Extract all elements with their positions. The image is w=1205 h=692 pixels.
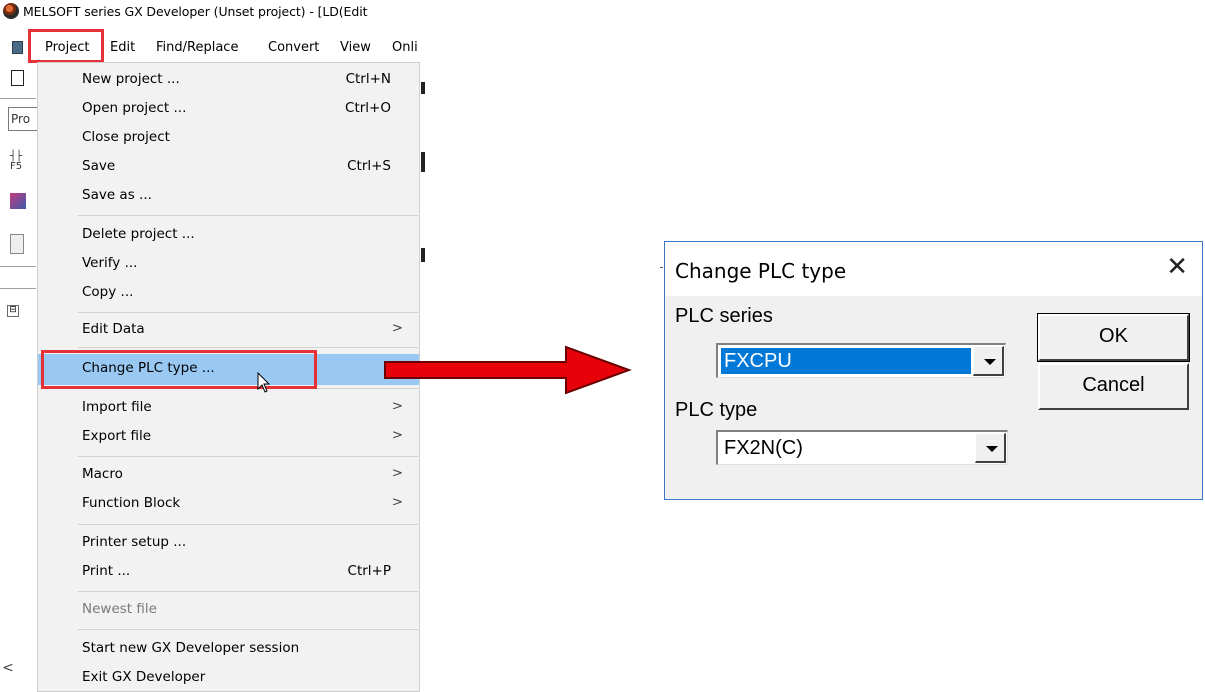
menu-item-delete-project[interactable]: Delete project ... [38, 222, 419, 249]
submenu-chevron-icon: > [391, 427, 403, 443]
menu-item-label: Import file [82, 399, 152, 415]
menu-item-new-project[interactable]: New project ... Ctrl+N [38, 67, 419, 94]
menu-item-label: Delete project ... [82, 226, 195, 242]
menu-item-label: Newest file [82, 601, 157, 617]
menu-item-shortcut: Ctrl+P [347, 563, 391, 579]
menu-item-print[interactable]: Print ... Ctrl+P [38, 559, 419, 586]
menu-item-save[interactable]: Save Ctrl+S [38, 154, 419, 181]
menu-item-printer-setup[interactable]: Printer setup ... [38, 530, 419, 557]
menu-separator [78, 215, 418, 216]
menu-item-save-as[interactable]: Save as ... [38, 183, 419, 210]
menu-item-shortcut: Ctrl+N [345, 71, 391, 87]
menu-find-replace[interactable]: Find/Replace [156, 40, 238, 55]
menu-item-import-file[interactable]: Import file > [38, 395, 419, 422]
dialog-edge-mark [660, 267, 663, 268]
menu-item-verify[interactable]: Verify ... [38, 251, 419, 278]
project-data-combo[interactable]: Pro [8, 107, 38, 131]
menu-item-start-new-session[interactable]: Start new GX Developer session [38, 636, 419, 663]
melsoft-logo-icon [3, 3, 19, 19]
cancel-button[interactable]: Cancel [1038, 363, 1189, 410]
menu-item-label: Open project ... [82, 100, 187, 116]
menu-item-open-project[interactable]: Open project ... Ctrl+O [38, 96, 419, 123]
toolbar-edge-fragment [421, 82, 425, 94]
menu-item-exit[interactable]: Exit GX Developer [38, 665, 419, 692]
submenu-chevron-icon: > [391, 494, 403, 510]
toolbar-divider [0, 266, 36, 267]
menu-online[interactable]: Onli [392, 40, 418, 55]
menu-item-shortcut: Ctrl+O [345, 100, 391, 116]
menu-item-export-file[interactable]: Export file > [38, 424, 419, 451]
toolbar-edge-fragment [421, 152, 425, 172]
contact-f5-button[interactable]: ┤├ F5 [10, 152, 22, 172]
menu-item-macro[interactable]: Macro > [38, 462, 419, 489]
mouse-pointer-icon [257, 372, 271, 393]
menu-item-label: Exit GX Developer [82, 669, 206, 685]
title-bar: MELSOFT series GX Developer (Unset proje… [0, 0, 432, 24]
change-plc-type-callout-box [41, 350, 317, 389]
toolbar-divider [0, 98, 36, 99]
chevron-down-icon[interactable] [973, 346, 1004, 376]
menu-view[interactable]: View [340, 40, 371, 55]
menu-item-label: Start new GX Developer session [82, 640, 300, 656]
menu-edit[interactable]: Edit [110, 40, 135, 55]
scroll-left-arrow-icon[interactable]: < [0, 656, 16, 680]
menu-separator [78, 456, 418, 457]
menu-item-edit-data[interactable]: Edit Data > [38, 317, 419, 344]
menu-separator [78, 629, 418, 630]
plc-transfer-icon[interactable] [10, 193, 26, 209]
menu-item-shortcut: Ctrl+S [347, 158, 391, 174]
menu-item-label: Copy ... [82, 284, 134, 300]
step-icon[interactable] [10, 234, 24, 254]
ok-button[interactable]: OK [1037, 313, 1190, 362]
window-title: MELSOFT series GX Developer (Unset proje… [23, 4, 368, 19]
project-tree-panel [0, 297, 38, 687]
red-arrow-icon [384, 345, 632, 395]
close-icon[interactable]: ✕ [1166, 252, 1188, 282]
submenu-chevron-icon: > [391, 398, 403, 414]
plc-type-value: FX2N(C) [724, 437, 803, 459]
menu-item-newest-file: Newest file [38, 597, 419, 624]
menu-item-label: Function Block [82, 495, 181, 511]
dialog-title-bar: Change PLC type ✕ [665, 242, 1202, 296]
menu-item-label: Edit Data [82, 321, 145, 337]
menu-item-label: Close project [82, 129, 170, 145]
menu-item-label: Verify ... [82, 255, 138, 271]
plc-series-select[interactable]: FXCPU [716, 343, 1006, 378]
plc-type-select[interactable]: FX2N(C) [716, 430, 1008, 465]
menu-separator [78, 524, 418, 525]
menu-item-function-block[interactable]: Function Block > [38, 491, 419, 518]
submenu-chevron-icon: > [391, 320, 403, 336]
menu-separator [78, 591, 418, 592]
toolbar-divider [0, 288, 36, 289]
toolbar-edge-fragment [421, 248, 425, 262]
document-system-menu-icon[interactable] [12, 41, 23, 54]
menu-item-label: Macro [82, 466, 123, 482]
menu-separator [78, 347, 418, 348]
menu-convert[interactable]: Convert [268, 40, 319, 55]
plc-series-value: FXCPU [721, 348, 971, 374]
submenu-chevron-icon: > [391, 465, 403, 481]
menu-item-label: Save [82, 158, 116, 174]
project-menu-callout-box [28, 29, 104, 63]
menu-item-label: Save as ... [82, 187, 152, 203]
chevron-down-icon[interactable] [975, 433, 1006, 463]
menu-item-label: Print ... [82, 563, 131, 579]
menu-separator [78, 312, 418, 313]
menu-item-label: Export file [82, 428, 152, 444]
dialog-title: Change PLC type [675, 259, 847, 283]
f5-label: F5 [10, 161, 23, 172]
change-plc-type-dialog: Change PLC type ✕ PLC series FXCPU PLC t… [664, 241, 1203, 500]
new-document-icon[interactable] [11, 70, 24, 86]
menu-item-label: New project ... [82, 71, 180, 87]
menu-item-label: Printer setup ... [82, 534, 187, 550]
tree-collapse-icon[interactable]: ⊟ [7, 305, 19, 317]
menu-item-close-project[interactable]: Close project [38, 125, 419, 152]
plc-series-label: PLC series [675, 305, 773, 327]
menu-item-copy[interactable]: Copy ... [38, 280, 419, 307]
plc-type-label: PLC type [675, 399, 758, 421]
